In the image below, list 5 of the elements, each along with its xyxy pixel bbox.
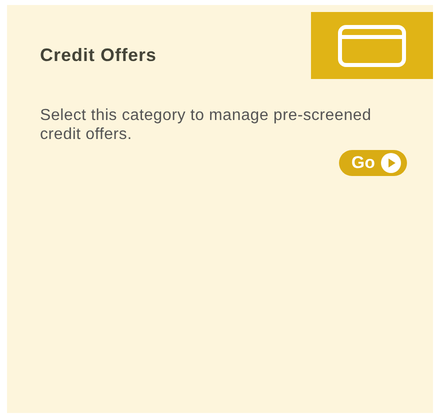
card-description: Select this category to manage pre-screened credit offers. xyxy=(40,106,372,144)
play-icon xyxy=(381,153,401,173)
card-title: Credit Offers xyxy=(40,45,157,66)
go-button[interactable]: Go xyxy=(339,150,407,176)
credit-card-icon xyxy=(311,12,433,79)
